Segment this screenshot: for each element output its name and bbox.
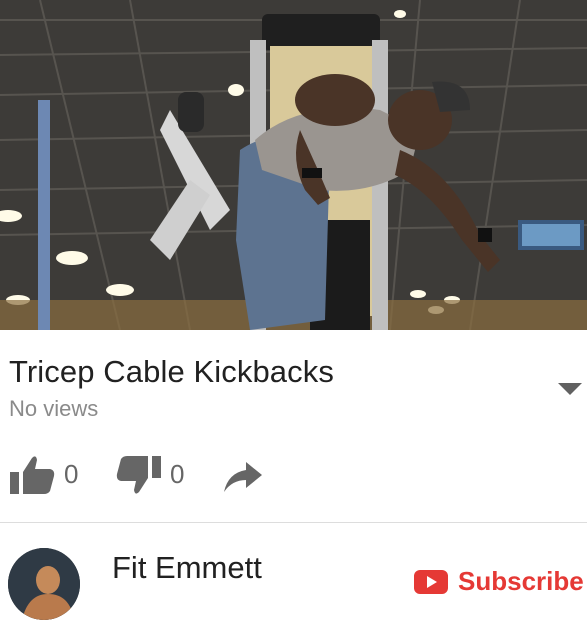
thumbs-down-icon[interactable] — [115, 456, 161, 498]
section-divider — [0, 522, 587, 523]
video-frame — [0, 0, 587, 330]
channel-avatar[interactable] — [8, 548, 80, 620]
video-title: Tricep Cable Kickbacks — [9, 354, 334, 389]
channel-name[interactable]: Fit Emmett — [112, 550, 262, 586]
thumbs-up-icon[interactable] — [10, 454, 56, 496]
action-bar: 0 0 — [0, 448, 587, 500]
subscribe-label: Subscribe — [458, 566, 584, 596]
share-arrow-icon[interactable] — [224, 462, 262, 492]
video-player[interactable] — [0, 0, 587, 330]
avatar-image — [8, 548, 80, 620]
dislike-count: 0 — [170, 459, 185, 489]
view-count: No views — [9, 396, 99, 421]
chevron-down-icon[interactable] — [556, 378, 584, 400]
like-count: 0 — [64, 459, 79, 489]
youtube-play-icon — [414, 570, 448, 594]
